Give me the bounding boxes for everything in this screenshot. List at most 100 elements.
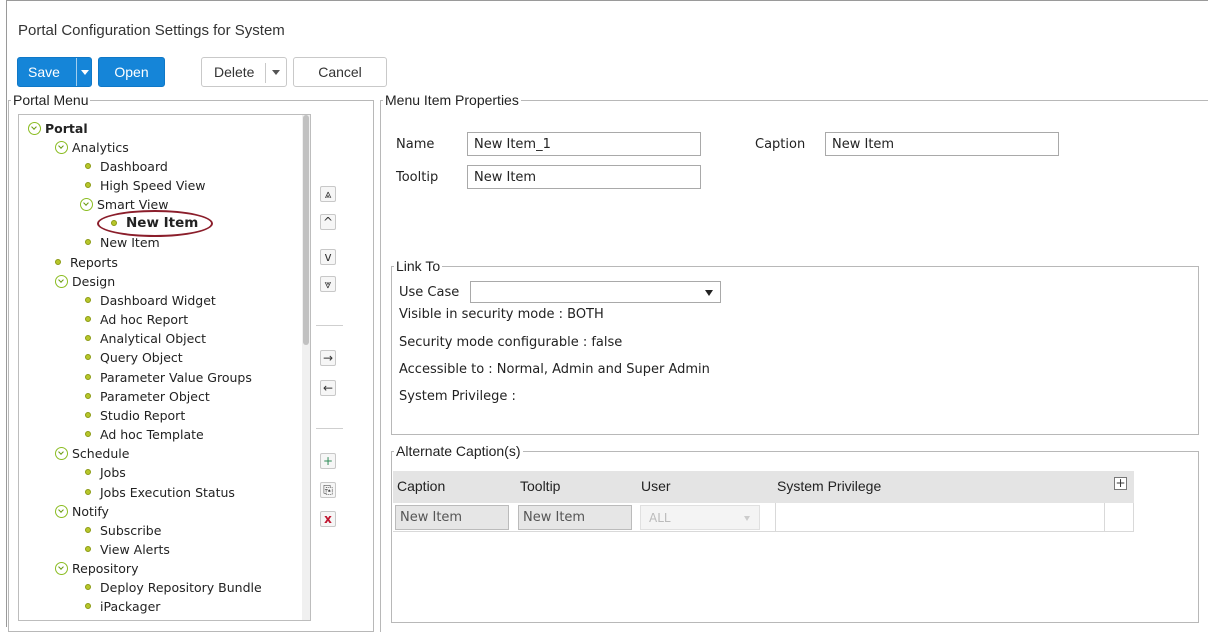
tree-node-label: Jobs (100, 464, 126, 480)
delete-split-divider (265, 63, 266, 83)
tree-node-label: Studio Report (100, 407, 186, 423)
leaf-bullet-icon (85, 584, 91, 590)
tree-node-design[interactable]: Design (55, 272, 115, 290)
cancel-button-label: Cancel (318, 64, 362, 80)
leaf-bullet-icon (85, 412, 91, 418)
alt-tooltip-input[interactable]: New Item (518, 505, 632, 530)
tree-node-label: Jobs Execution Status (100, 484, 235, 500)
collapse-icon[interactable] (55, 446, 68, 460)
save-split-divider (76, 58, 77, 86)
tree-node-high-speed-view[interactable]: High Speed View (85, 176, 206, 194)
tree-node-repository[interactable]: Repository (55, 559, 138, 577)
tree-node-new-item[interactable]: New Item (85, 233, 160, 251)
open-button-label: Open (114, 64, 149, 80)
move-down-icon[interactable]: v (320, 249, 336, 265)
page-title: Portal Configuration Settings for System (18, 22, 285, 39)
tree-node-jobs[interactable]: Jobs (85, 463, 126, 481)
tooltip-label: Tooltip (396, 170, 439, 185)
tree-node-label: View Alerts (100, 541, 170, 557)
collapse-icon[interactable] (55, 274, 68, 288)
tree-node-label: Design (72, 273, 116, 289)
collapse-icon[interactable] (55, 140, 68, 154)
tree-node-studio-report[interactable]: Studio Report (85, 406, 185, 424)
collapse-icon[interactable] (28, 121, 41, 135)
use-case-label: Use Case (399, 285, 460, 300)
tree-node-parameter-object[interactable]: Parameter Object (85, 387, 210, 405)
save-button[interactable]: Save (28, 64, 60, 80)
tree-node-analytics[interactable]: Analytics (55, 138, 129, 156)
table-grid-line (393, 531, 1134, 532)
tree-node-label: High Speed View (100, 177, 206, 193)
leaf-bullet-icon (85, 335, 91, 341)
tree-node-label: Reports (70, 254, 118, 270)
tree-node-ipackager[interactable]: iPackager (85, 597, 160, 615)
tree-node-view-alerts[interactable]: View Alerts (85, 540, 170, 558)
tree-node-ad-hoc-template[interactable]: Ad hoc Template (85, 425, 204, 443)
tree-node-subscribe[interactable]: Subscribe (85, 521, 161, 539)
leaf-bullet-icon (85, 297, 91, 303)
tooltip-field[interactable]: New Item (467, 165, 701, 189)
move-to-top-icon[interactable]: ⩓ (320, 186, 336, 202)
chevron-down-icon (744, 516, 750, 521)
leaf-bullet-icon (85, 374, 91, 380)
tree-node-analytical-object[interactable]: Analytical Object (85, 329, 206, 347)
tree-scrollbar[interactable] (302, 115, 310, 620)
tree-node-label: New Item (100, 234, 160, 250)
tree-node-portal[interactable]: Portal (28, 119, 88, 137)
tree-node-label: Subscribe (100, 522, 162, 538)
alt-caption-input[interactable]: New Item (395, 505, 509, 530)
tree-node-dashboard[interactable]: Dashboard (85, 157, 168, 175)
leaf-bullet-icon (85, 489, 91, 495)
leaf-bullet-icon (55, 259, 61, 265)
tree-node-ad-hoc-report[interactable]: Ad hoc Report (85, 310, 188, 328)
leaf-bullet-icon (85, 354, 91, 360)
alternate-captions-panel: Alternate Caption(s) (391, 443, 1199, 623)
collapse-icon[interactable] (80, 197, 93, 211)
tree-node-label: Notify (72, 503, 109, 519)
outdent-icon[interactable]: ← (320, 380, 336, 396)
column-header-tooltip: Tooltip (520, 478, 561, 494)
tree-node-label: Query Object (100, 349, 183, 365)
tree-node-jobs-execution-status[interactable]: Jobs Execution Status (85, 483, 235, 501)
alternate-captions-table-header (393, 471, 1134, 503)
delete-item-icon[interactable]: x (320, 511, 336, 527)
use-case-select[interactable] (470, 281, 721, 303)
alt-user-select[interactable]: ALL (640, 505, 760, 530)
caption-field[interactable]: New Item (825, 132, 1059, 156)
tree-node-schedule[interactable]: Schedule (55, 444, 129, 462)
tree-node-label: Analytics (72, 139, 129, 155)
tree-node-label: Portal (45, 120, 88, 136)
delete-dropdown-icon[interactable] (272, 70, 280, 75)
delete-button[interactable]: Delete (214, 64, 254, 80)
collapse-icon[interactable] (55, 504, 68, 518)
tree-scroll-thumb[interactable] (303, 115, 309, 345)
visible-security-mode-text: Visible in security mode : BOTH (399, 307, 604, 322)
cancel-button[interactable]: Cancel (293, 57, 387, 87)
tree-node-deploy-repository-bundle[interactable]: Deploy Repository Bundle (85, 578, 262, 596)
security-mode-configurable-text: Security mode configurable : false (399, 335, 623, 350)
leaf-bullet-icon (85, 603, 91, 609)
name-field[interactable]: New Item_1 (467, 132, 701, 156)
tree-node-dashboard-widget[interactable]: Dashboard Widget (85, 291, 216, 309)
copy-item-icon[interactable]: ⎘ (320, 482, 336, 498)
table-grid-line (1104, 503, 1105, 532)
tree-node-query-object[interactable]: Query Object (85, 348, 183, 366)
alternate-captions-legend: Alternate Caption(s) (396, 443, 521, 459)
name-label: Name (396, 137, 435, 152)
collapse-icon[interactable] (55, 561, 68, 575)
window-border-left (6, 0, 7, 627)
open-button[interactable]: Open (98, 57, 165, 87)
tree-node-parameter-value-groups[interactable]: Parameter Value Groups (85, 368, 252, 386)
save-dropdown-icon[interactable] (81, 70, 89, 75)
add-item-icon[interactable]: + (320, 453, 336, 469)
move-to-bottom-icon[interactable]: ⩔ (320, 276, 336, 292)
tree-node-reports[interactable]: Reports (55, 253, 118, 271)
move-up-icon[interactable]: ^ (320, 214, 336, 230)
side-separator (316, 325, 343, 326)
tree-node-label: Repository (72, 560, 139, 576)
add-row-icon[interactable]: + (1114, 477, 1127, 490)
delete-split-button: Delete (201, 57, 287, 87)
tree-node-notify[interactable]: Notify (55, 502, 109, 520)
indent-icon[interactable]: → (320, 350, 336, 366)
tree-node-label: iPackager (100, 598, 161, 614)
